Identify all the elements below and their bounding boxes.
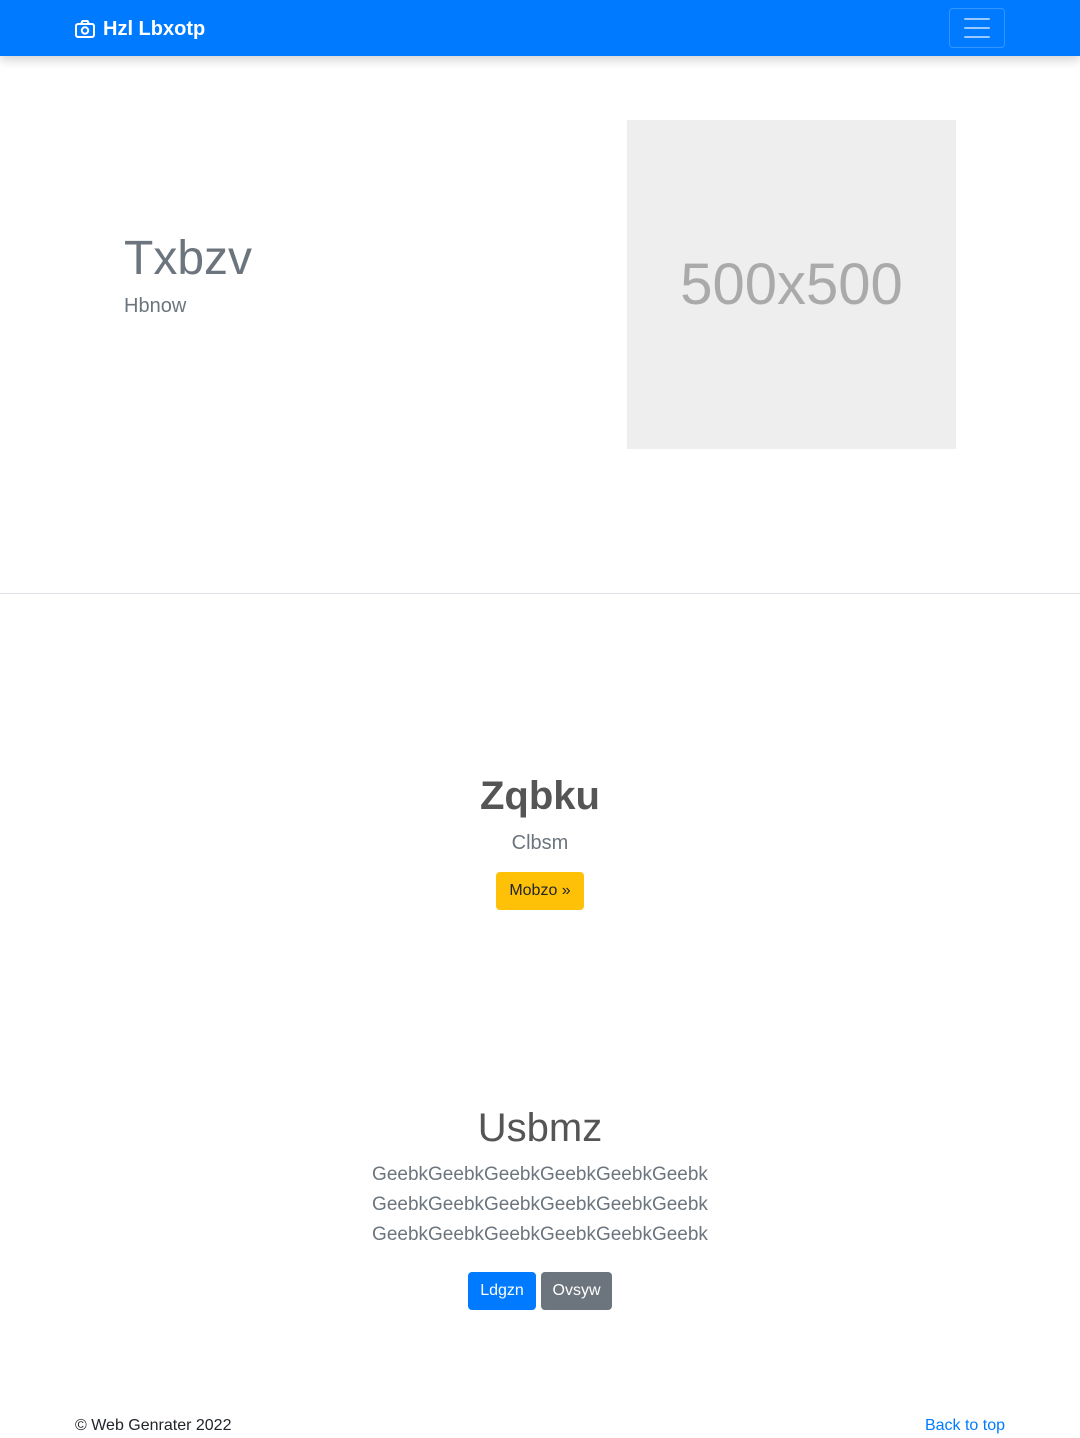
feature-text-line: GeebkGeebkGeebkGeebkGeebkGeebk <box>372 1164 708 1185</box>
primary-button[interactable]: Ldgzn <box>468 1272 536 1310</box>
hero-subtitle: Hbnow <box>124 295 187 317</box>
navbar-brand[interactable]: Hzl Lbxotp <box>75 16 205 42</box>
navbar: Hzl Lbxotp <box>0 0 1080 56</box>
feature-text-line: GeebkGeebkGeebkGeebkGeebkGeebk <box>372 1224 708 1245</box>
footer-copyright: © Web Genrater 2022 <box>75 1417 232 1434</box>
cta-title: Zqbku <box>480 774 600 818</box>
brand-text: Hzl Lbxotp <box>103 18 206 40</box>
feature-text: GeebkGeebkGeebkGeebkGeebkGeebk GeebkGeeb… <box>0 1160 1080 1250</box>
placeholder-label: 500x500 <box>680 251 903 317</box>
feature-title: Usbmz <box>477 1106 603 1150</box>
camera-icon <box>75 20 95 38</box>
hamburger-menu-icon-line <box>964 27 990 29</box>
navbar-toggler-button[interactable] <box>949 8 1005 48</box>
cta-subtitle: Clbsm <box>511 832 569 854</box>
feature-text-line: GeebkGeebkGeebkGeebkGeebkGeebk <box>372 1194 708 1215</box>
hamburger-menu-icon-line <box>964 36 990 38</box>
hero-image-placeholder: 500x500 <box>627 120 956 449</box>
cta-button[interactable]: Mobzo » <box>496 872 584 910</box>
section-divider <box>0 593 1080 594</box>
hamburger-menu-icon-line <box>964 18 990 20</box>
hero-title: Txbzv <box>124 232 253 285</box>
back-to-top-link[interactable]: Back to top <box>925 1415 1005 1437</box>
secondary-button[interactable]: Ovsyw <box>541 1272 612 1310</box>
